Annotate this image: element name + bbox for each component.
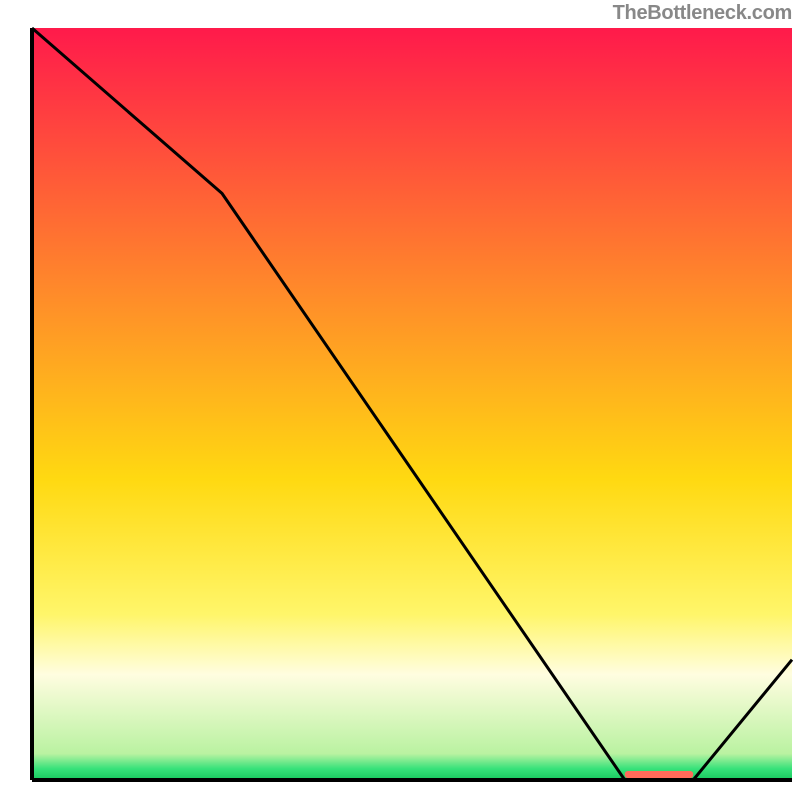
chart-container: TheBottleneck.com: [0, 0, 800, 800]
chart-background: [32, 28, 792, 780]
optimal-range-marker: [625, 771, 693, 778]
bottleneck-chart: [0, 0, 800, 800]
attribution-text: TheBottleneck.com: [613, 2, 792, 25]
